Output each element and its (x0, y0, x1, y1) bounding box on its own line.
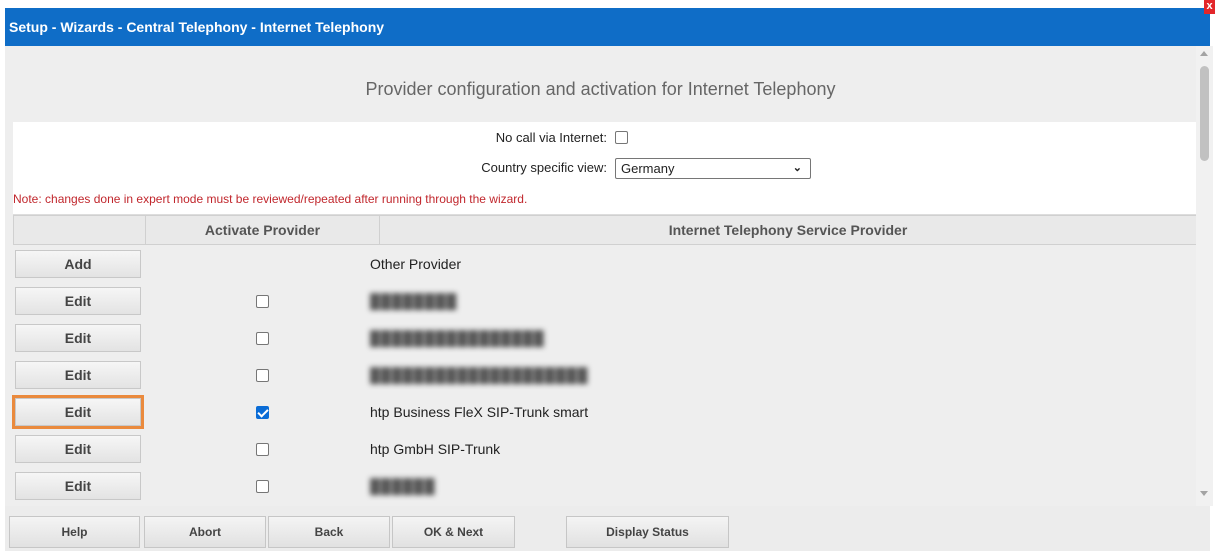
edit-provider-button[interactable]: Edit (12, 395, 144, 429)
settings-panel: No call via Internet: Country specific v… (13, 122, 1196, 215)
ok-next-button[interactable]: OK & Next (392, 516, 515, 548)
chevron-down-icon: ⌄ (792, 162, 802, 174)
edit-provider-button[interactable]: Edit (15, 472, 141, 500)
provider-row: Edit ████████████████████ (13, 356, 1196, 393)
header-provider: Internet Telephony Service Provider (668, 222, 908, 238)
scroll-up-icon[interactable] (1200, 51, 1208, 56)
provider-name: htp GmbH SIP-Trunk (370, 441, 501, 457)
activate-provider-checkbox[interactable] (256, 443, 269, 456)
country-row: Country specific view: Germany ⌄ (13, 157, 1196, 179)
country-label: Country specific view: (481, 160, 607, 175)
edit-provider-button[interactable]: Edit (15, 361, 141, 389)
provider-name: ████████ (370, 293, 458, 309)
activate-provider-checkbox[interactable] (256, 369, 269, 382)
no-call-label: No call via Internet: (495, 130, 607, 145)
activate-provider-checkbox[interactable] (256, 406, 269, 419)
activate-provider-checkbox[interactable] (256, 295, 269, 308)
country-select[interactable]: Germany ⌄ (615, 158, 811, 179)
no-call-checkbox[interactable] (615, 131, 628, 144)
back-button[interactable]: Back (268, 516, 390, 548)
window-titlebar: Setup - Wizards - Central Telephony - In… (5, 8, 1210, 46)
scroll-down-icon[interactable] (1200, 491, 1208, 496)
footer-toolbar: Help Abort Back OK & Next Display Status (5, 506, 1210, 551)
edit-provider-button[interactable]: Edit (15, 435, 141, 463)
edit-provider-button[interactable]: Edit (15, 287, 141, 315)
provider-name: ████████████████████ (370, 367, 589, 383)
activate-provider-checkbox[interactable] (256, 332, 269, 345)
no-call-row: No call via Internet: (13, 127, 1196, 149)
activate-provider-checkbox[interactable] (256, 480, 269, 493)
provider-row: Edit ██████ (13, 467, 1196, 504)
provider-row: Edit htp GmbH SIP-Trunk (13, 430, 1196, 467)
provider-row: Add Other Provider (13, 245, 1196, 282)
close-icon[interactable]: x (1204, 0, 1215, 14)
provider-name: Other Provider (370, 256, 462, 272)
vertical-scrollbar[interactable] (1196, 46, 1213, 506)
expert-mode-note: Note: changes done in expert mode must b… (13, 192, 528, 206)
add-provider-button[interactable]: Add (15, 250, 141, 278)
page-title: Provider configuration and activation fo… (365, 79, 836, 99)
display-status-button[interactable]: Display Status (566, 516, 729, 548)
country-select-value: Germany (621, 161, 675, 176)
provider-name: htp Business FleX SIP-Trunk smart (370, 404, 589, 420)
wizard-content: Provider configuration and activation fo… (5, 46, 1196, 506)
window-title: Setup - Wizards - Central Telephony - In… (9, 19, 385, 35)
header-action (14, 216, 146, 244)
provider-table-header: Activate Provider Internet Telephony Ser… (13, 215, 1196, 245)
provider-row: Edit ████████ (13, 282, 1196, 319)
help-button[interactable]: Help (9, 516, 140, 548)
provider-name: ██████ (370, 478, 436, 494)
provider-row: Edit ████████████████ (13, 319, 1196, 356)
edit-provider-button[interactable]: Edit (15, 324, 141, 352)
provider-row: Edit htp Business FleX SIP-Trunk smart (12, 393, 1196, 430)
scroll-thumb[interactable] (1200, 66, 1209, 161)
provider-name: ████████████████ (370, 330, 545, 346)
header-activate-provider: Activate Provider (146, 216, 380, 244)
abort-button[interactable]: Abort (144, 516, 266, 548)
